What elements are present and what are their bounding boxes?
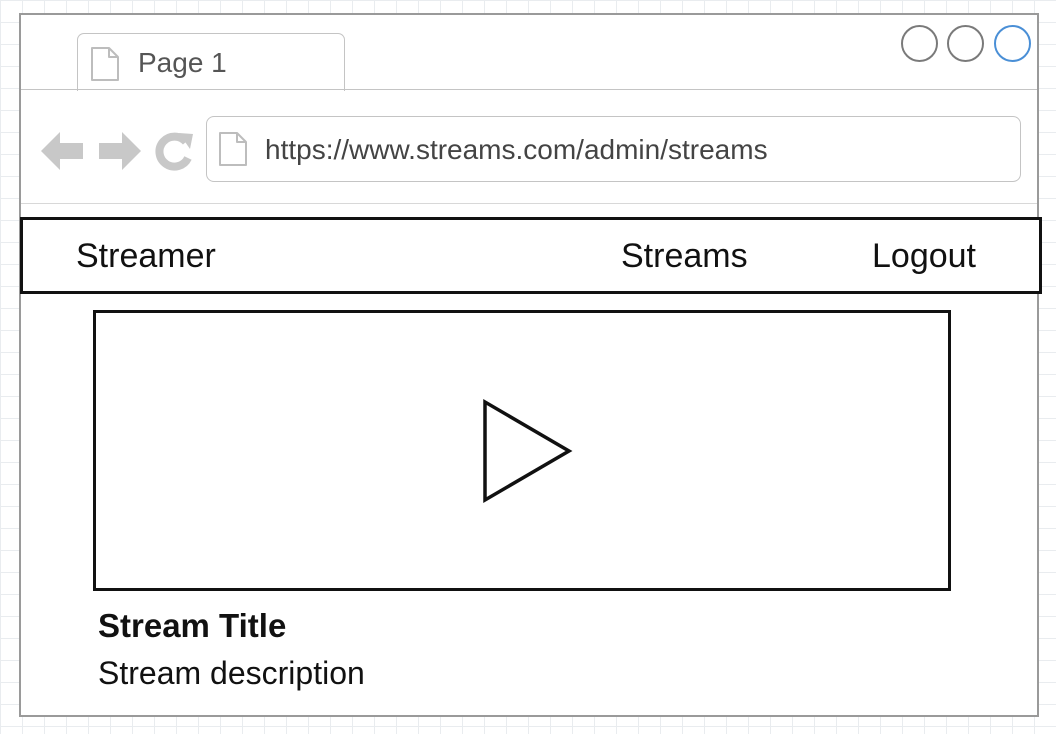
- page-icon: [219, 132, 247, 166]
- toolbar-divider: [21, 203, 1037, 204]
- brand-logo-text[interactable]: Streamer: [76, 237, 216, 276]
- minimize-circle-icon[interactable]: [901, 25, 938, 62]
- video-player[interactable]: [93, 310, 951, 591]
- arrow-left-icon[interactable]: [41, 131, 85, 171]
- tab-label: Page 1: [138, 47, 227, 78]
- stream-description: Stream description: [98, 655, 365, 691]
- app-navbar: Streamer Streams Logout: [20, 217, 1042, 294]
- nav-link-streams[interactable]: Streams: [621, 237, 748, 276]
- maximize-circle-icon[interactable]: [947, 25, 984, 62]
- nav-link-logout[interactable]: Logout: [872, 237, 976, 276]
- play-icon[interactable]: [479, 396, 573, 506]
- address-bar[interactable]: https://www.streams.com/admin/streams: [206, 116, 1021, 182]
- page-icon: [91, 47, 119, 81]
- window-controls: [899, 23, 1034, 65]
- stream-title: Stream Title: [98, 607, 287, 644]
- arrow-right-icon[interactable]: [97, 131, 141, 171]
- browser-window: Page 1 https://www.streams.com/admin/str…: [19, 13, 1042, 717]
- url-text[interactable]: https://www.streams.com/admin/streams: [265, 134, 768, 166]
- reload-icon[interactable]: [153, 131, 195, 173]
- tab-page-1[interactable]: Page 1: [77, 33, 345, 91]
- tab-strip-divider: [21, 89, 1037, 90]
- close-circle-icon[interactable]: [994, 25, 1031, 62]
